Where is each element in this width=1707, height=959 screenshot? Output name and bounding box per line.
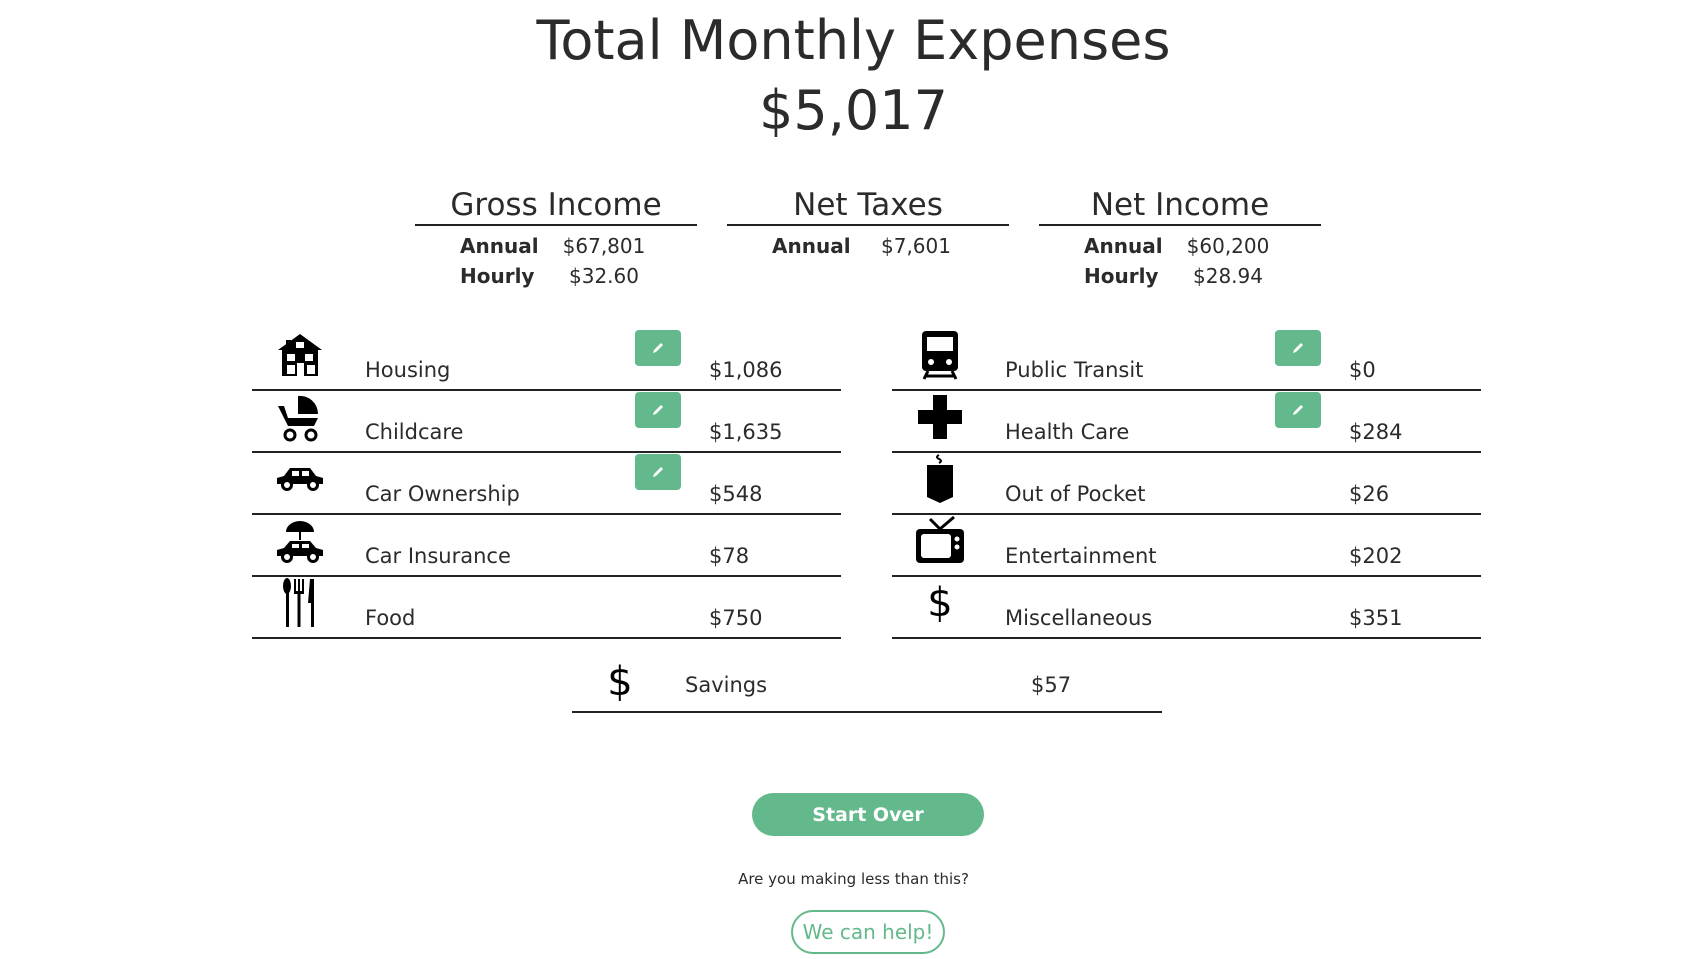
expense-value: $1,086 — [709, 358, 783, 382]
net-taxes-title: Net Taxes — [727, 186, 1009, 226]
net-hourly-value: $28.94 — [1193, 264, 1263, 288]
gross-annual-label: Annual — [460, 234, 539, 258]
car-umbrella-icon — [272, 513, 328, 569]
help-question: Are you making less than this? — [738, 870, 969, 888]
expense-label: Food — [365, 606, 416, 630]
train-icon — [912, 327, 968, 383]
expense-label: Public Transit — [1005, 358, 1144, 382]
gross-income-title: Gross Income — [415, 186, 697, 226]
edit-housing-button[interactable] — [635, 330, 681, 366]
taxes-annual-label: Annual — [772, 234, 851, 258]
medical-cross-icon — [912, 389, 968, 445]
expense-row-out-of-pocket: Out of Pocket $26 — [892, 451, 1481, 515]
expense-label: Housing — [365, 358, 451, 382]
net-annual-label: Annual — [1084, 234, 1163, 258]
expense-label: Childcare — [365, 420, 464, 444]
utensils-icon — [272, 575, 328, 631]
expense-value: $351 — [1349, 606, 1403, 630]
expense-row-food: Food $750 — [252, 575, 841, 639]
edit-childcare-button[interactable] — [635, 392, 681, 428]
expense-value: $202 — [1349, 544, 1403, 568]
expense-row-childcare: Childcare $1,635 — [252, 389, 841, 453]
net-taxes-summary: Net Taxes Annual $7,601 — [727, 186, 1009, 258]
stroller-icon — [272, 389, 328, 445]
gross-hourly-value: $32.60 — [569, 264, 639, 288]
expense-value: $750 — [709, 606, 763, 630]
dollar-icon: $ — [927, 580, 953, 626]
net-income-title: Net Income — [1039, 186, 1321, 226]
expense-value: $26 — [1349, 482, 1390, 506]
page-title: Total Monthly Expenses — [536, 9, 1171, 72]
pencil-icon — [1293, 343, 1303, 353]
gross-annual-value: $67,801 — [562, 234, 646, 258]
net-hourly-label: Hourly — [1084, 264, 1159, 288]
house-icon — [272, 327, 328, 383]
net-annual-value: $60,200 — [1186, 234, 1270, 258]
expense-value: $78 — [709, 544, 750, 568]
expense-label: Health Care — [1005, 420, 1130, 444]
car-icon — [272, 451, 328, 507]
pencil-icon — [653, 343, 663, 353]
tv-icon — [912, 513, 968, 569]
gross-hourly-label: Hourly — [460, 264, 535, 288]
edit-car-ownership-button[interactable] — [635, 454, 681, 490]
dollar-icon: $ — [607, 659, 633, 705]
edit-public-transit-button[interactable] — [1275, 330, 1321, 366]
total-expenses-amount: $5,017 — [759, 79, 948, 142]
pencil-icon — [653, 467, 663, 477]
expense-label: Entertainment — [1005, 544, 1157, 568]
expense-row-miscellaneous: $ Miscellaneous $351 — [892, 575, 1481, 639]
expense-row-public-transit: Public Transit $0 — [892, 327, 1481, 391]
expense-value: $1,635 — [709, 420, 783, 444]
pencil-icon — [1293, 405, 1303, 415]
pocket-icon — [912, 451, 968, 507]
we-can-help-button[interactable]: We can help! — [791, 910, 945, 954]
expense-value: $548 — [709, 482, 763, 506]
start-over-button[interactable]: Start Over — [752, 793, 984, 836]
expense-row-car-ownership: Car Ownership $548 — [252, 451, 841, 515]
expense-label: Out of Pocket — [1005, 482, 1146, 506]
expense-value: $284 — [1349, 420, 1403, 444]
expense-row-health-care: Health Care $284 — [892, 389, 1481, 453]
expense-label: Miscellaneous — [1005, 606, 1153, 630]
taxes-annual-value: $7,601 — [881, 234, 951, 258]
expense-row-entertainment: Entertainment $202 — [892, 513, 1481, 577]
expense-row-housing: Housing $1,086 — [252, 327, 841, 391]
gross-income-summary: Gross Income Annual $67,801 Hourly $32.6… — [415, 186, 697, 288]
expense-row-car-insurance: Car Insurance $78 — [252, 513, 841, 577]
expense-value: $0 — [1349, 358, 1376, 382]
net-income-summary: Net Income Annual $60,200 Hourly $28.94 — [1039, 186, 1321, 288]
savings-label: Savings — [685, 673, 768, 697]
edit-health-care-button[interactable] — [1275, 392, 1321, 428]
pencil-icon — [653, 405, 663, 415]
savings-value: $57 — [1031, 673, 1072, 697]
expense-label: Car Insurance — [365, 544, 511, 568]
expense-row-savings: $ Savings $57 — [572, 648, 1162, 713]
expense-label: Car Ownership — [365, 482, 520, 506]
